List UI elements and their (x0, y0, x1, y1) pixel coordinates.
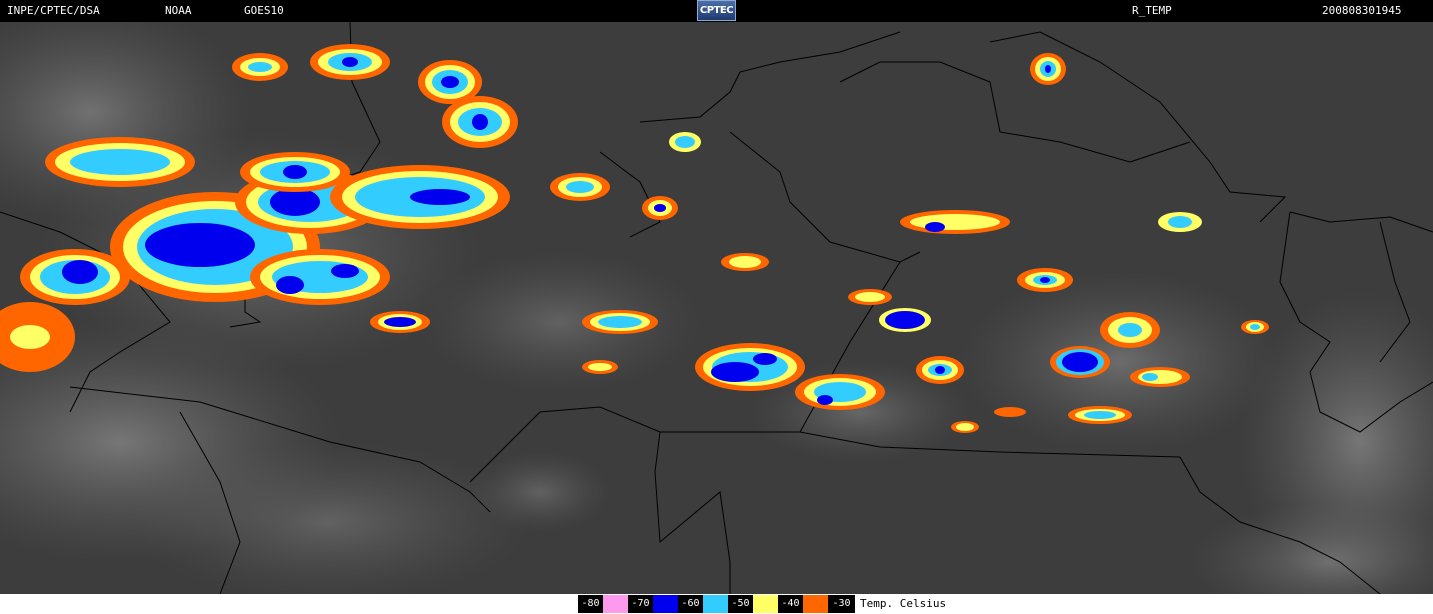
legend-unit-label: Temp. Celsius (860, 597, 947, 610)
satellite-image-viewer: INPE/CPTEC/DSA NOAA GOES10 CPTEC R_TEMP … (0, 0, 1433, 614)
header-bar: INPE/CPTEC/DSA NOAA GOES10 CPTEC R_TEMP … (0, 0, 1433, 22)
product-label: R_TEMP (1132, 4, 1172, 17)
legend-swatch-minus-40 (803, 595, 828, 613)
legend-swatch-minus-80 (603, 595, 628, 613)
legend-label-minus-60: -60 (678, 595, 703, 613)
cptec-logo: CPTEC (697, 0, 736, 21)
legend-label-minus-50: -50 (728, 595, 753, 613)
legend-swatch-minus-60 (703, 595, 728, 613)
legend-swatch-minus-70 (653, 595, 678, 613)
timestamp-label: 200808301945 (1322, 4, 1402, 17)
satellite-label: GOES10 (244, 4, 284, 17)
agency-label: INPE/CPTEC/DSA (7, 4, 100, 17)
provider-label: NOAA (165, 4, 192, 17)
legend-label-minus-30: -30 (828, 595, 855, 613)
temperature-legend: -80 -70 -60 -50 -40 -30 Temp. Celsius (0, 594, 1433, 614)
satellite-map (0, 22, 1433, 594)
legend-label-minus-40: -40 (778, 595, 803, 613)
legend-label-minus-80: -80 (578, 595, 603, 613)
legend-label-minus-70: -70 (628, 595, 653, 613)
legend-swatch-minus-50 (753, 595, 778, 613)
satellite-map-canvas (0, 22, 1433, 594)
